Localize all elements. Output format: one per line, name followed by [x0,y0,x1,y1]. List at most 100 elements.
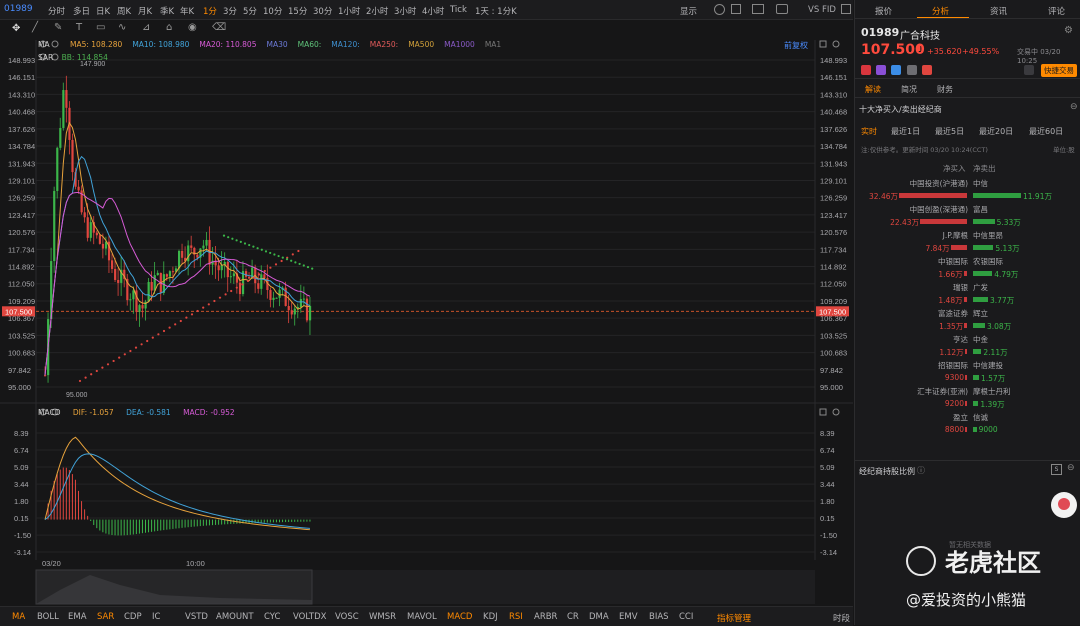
timeframe-tab[interactable]: 5分 [243,5,257,17]
eye-icon[interactable]: ◉ [188,22,197,33]
timeframe-tab[interactable]: 1天 : 1分K [475,5,517,17]
share-icon[interactable]: S [1051,464,1062,475]
timeframe-tab[interactable]: 季K [160,5,174,17]
checkbox-icon[interactable] [731,4,741,14]
timeframe-tab[interactable]: 多日 [73,5,90,17]
lock-icon[interactable]: ⌂ [166,22,172,33]
fullscreen-icon[interactable] [841,4,851,14]
sar-label[interactable]: SAR [38,53,53,62]
timeframe-tab[interactable]: 周K [117,5,131,17]
timeframe-tab[interactable]: 2小时 [366,5,388,17]
indicator-tab[interactable]: MACD [447,612,472,622]
more-icon[interactable]: ⊖ [1070,102,1078,112]
indicator-tab[interactable]: CCI [679,612,693,622]
indicator-tab[interactable]: IC [152,612,160,622]
move-icon[interactable]: ✥ [12,23,20,34]
indicator-tab[interactable]: CR [567,612,579,622]
settings-gear-icon[interactable]: ⚙ [1064,25,1073,36]
layout-icon[interactable] [752,4,764,14]
timeframe-tab[interactable]: 月K [138,5,152,17]
fid-button[interactable]: FID [822,5,836,15]
indicator-tab[interactable]: KDJ [483,612,498,622]
indicator-tab[interactable]: CYC [264,612,280,622]
timeframe-tab[interactable]: 15分 [288,5,307,17]
indicator-tab[interactable]: 时段 [833,612,850,624]
timeframe-tab[interactable]: 1小时 [338,5,360,17]
broker-row[interactable]: 瑞银 广发 1.48万 3.77万 [855,282,1080,308]
timeframe-tab[interactable]: 1分 [203,5,217,17]
avatar-icon[interactable] [1051,492,1077,518]
panel-tab[interactable]: 资讯 [990,5,1007,17]
broker-row[interactable]: 中国创盈(深港通) 富昌 22.43万 5.33万 [855,204,1080,230]
broker-row[interactable]: 富途证券 辉立 1.35万 3.08万 [855,308,1080,334]
timeframe-tab[interactable]: Tick [450,5,467,15]
indicator-tab[interactable]: VSTD [185,612,208,622]
broker-row[interactable]: 招银国际 中信建投 9300 1.57万 [855,360,1080,386]
broker-row[interactable]: 汇丰证券(亚洲) 摩根士丹利 9200 1.39万 [855,386,1080,412]
timeframe-tab[interactable]: 4小时 [422,5,444,17]
range-tab[interactable]: 最近1日 [891,126,920,137]
panel-tab[interactable]: 报价 [875,5,892,17]
range-tab[interactable]: 最近5日 [935,126,964,137]
timeframe-tab[interactable]: 年K [180,5,194,17]
indicator-tab[interactable]: WMSR [369,612,396,622]
indicator-tab[interactable]: RSI [509,612,523,622]
panel-subtab[interactable]: 解读 [865,84,881,95]
macd-label[interactable]: MACD [38,408,60,417]
broker-buy-value: 9300 [944,373,964,382]
indicator-tab[interactable]: AMOUNT [216,612,254,622]
timeframe-tab[interactable]: 10分 [263,5,282,17]
range-tab[interactable]: 最近60日 [1029,126,1063,137]
broker-row[interactable]: 亨达 中金 1.12万 2.11万 [855,334,1080,360]
panel-tab[interactable]: 评论 [1048,5,1065,17]
navigator-window [35,569,313,605]
display-button[interactable]: 显示 [680,5,697,17]
broker-row[interactable]: 中银国际 农银国际 1.66万 4.79万 [855,256,1080,282]
price-tick-right: 137.626 [820,125,847,134]
broker-row[interactable]: 盈立 信诚 8800 9000 [855,412,1080,438]
indicator-tab[interactable]: BIAS [649,612,669,622]
indicator-tab[interactable]: EMA [68,612,87,622]
range-tab[interactable]: 实时 [861,126,877,137]
range-tab[interactable]: 最近20日 [979,126,1013,137]
timeframe-tab[interactable]: 3小时 [394,5,416,17]
panel-subtab[interactable]: 财务 [937,84,953,95]
bell-icon[interactable] [1024,65,1034,75]
shape-tool-icon[interactable]: ▭ [96,22,105,33]
delete-icon[interactable]: ⌫ [212,22,226,33]
indicator-tab[interactable]: EMV [619,612,638,622]
symbol-label[interactable]: 01989 [4,4,33,14]
camera-icon[interactable] [776,4,788,14]
indicator-tab[interactable]: CDP [124,612,142,622]
indicator-tab[interactable]: 指标管理 [717,612,751,624]
settings-icon[interactable] [714,4,725,15]
kline-chart[interactable]: 148.993 148.993 146.151 146.151 143.310 143.3… [0,36,853,606]
collapse-icon[interactable]: ⊖ [1067,463,1075,473]
text-tool-icon[interactable]: T [76,22,82,33]
info-icon[interactable]: ⓘ [917,465,925,476]
ma-legend-label[interactable]: MA [38,40,50,49]
indicator-tab[interactable]: MA [12,612,25,622]
broker-row[interactable]: 中国投资(沪港通) 中信 32.46万 11.91万 [855,178,1080,204]
indicator-tab[interactable]: ARBR [534,612,557,622]
indicator-tab[interactable]: BOLL [37,612,59,622]
timeframe-tab[interactable]: 30分 [313,5,332,17]
adjust-label[interactable]: 前复权 [784,40,808,51]
wave-tool-icon[interactable]: ∿ [118,22,126,33]
timeframe-tab[interactable]: 3分 [223,5,237,17]
pen-tool-icon[interactable]: ✎ [54,22,62,33]
panel-subtab[interactable]: 简况 [901,84,917,95]
line-tool-icon[interactable]: ╱ [32,22,38,33]
quick-trade-button[interactable]: 快捷交易 [1041,64,1077,77]
timeframe-tab[interactable]: 分时 [48,5,65,17]
indicator-tab[interactable]: SAR [97,612,114,622]
panel-tab[interactable]: 分析 [932,5,949,17]
indicator-tab[interactable]: VOLTDX [293,612,326,622]
indicator-tab[interactable]: DMA [589,612,609,622]
broker-row[interactable]: J.P.摩根 中信里昂 7.84万 5.13万 [855,230,1080,256]
vs-button[interactable]: VS [808,5,819,15]
measure-tool-icon[interactable]: ⊿ [142,22,150,33]
timeframe-tab[interactable]: 日K [96,5,110,17]
indicator-tab[interactable]: MAVOL [407,612,437,622]
indicator-tab[interactable]: VOSC [335,612,359,622]
